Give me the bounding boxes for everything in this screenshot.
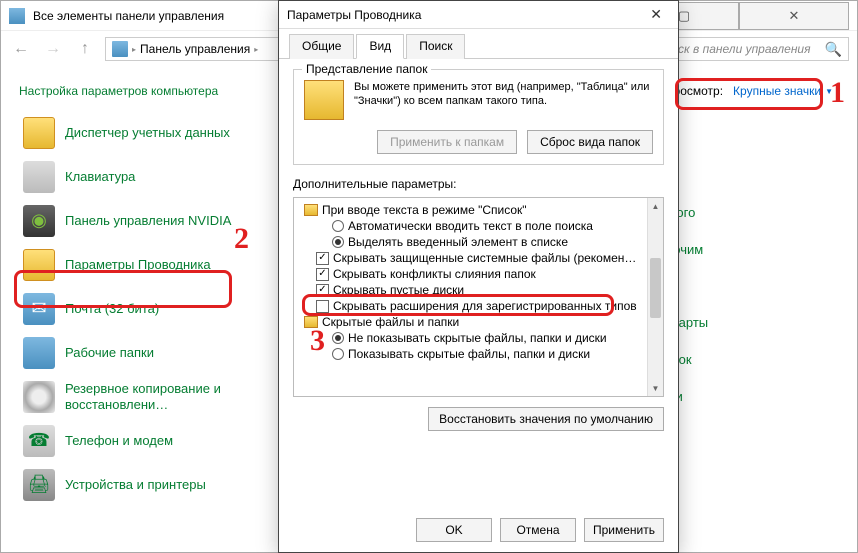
search-input[interactable]: Поиск в панели управления 🔍 <box>649 37 849 61</box>
vault-icon <box>23 117 55 149</box>
back-button[interactable]: ← <box>9 37 33 61</box>
cp-item-explorer-options[interactable]: Параметры Проводника <box>19 243 259 287</box>
work-folders-icon <box>23 337 55 369</box>
breadcrumb-icon <box>112 41 128 57</box>
page-title: Настройка параметров компьютера <box>19 84 218 98</box>
folder-icon <box>304 316 318 328</box>
cp-item-devices-printers[interactable]: 🖨Устройства и принтеры <box>19 463 259 507</box>
folder-options-dialog: Параметры Проводника ✕ Общие Вид Поиск П… <box>278 0 679 553</box>
close-button[interactable]: ✕ <box>739 2 849 30</box>
view-mode-combo[interactable]: Крупные значки ▼ <box>727 81 839 101</box>
cp-item-phone-modem[interactable]: ☎Телефон и модем <box>19 419 259 463</box>
dialog-title: Параметры Проводника <box>287 8 642 22</box>
nvidia-icon: ◉ <box>23 205 55 237</box>
scroll-thumb[interactable] <box>650 258 661 318</box>
folder-options-icon <box>23 249 55 281</box>
check-hide-merge[interactable] <box>316 268 329 281</box>
mail-icon: ✉ <box>23 293 55 325</box>
advanced-label: Дополнительные параметры: <box>293 177 664 191</box>
close-icon[interactable]: ✕ <box>642 6 670 23</box>
forward-button[interactable]: → <box>41 37 65 61</box>
radio-dont-show-hidden[interactable] <box>332 332 344 344</box>
apply-button[interactable]: Применить <box>584 518 664 542</box>
restore-defaults-button[interactable]: Восстановить значения по умолчанию <box>428 407 664 431</box>
backup-icon <box>23 381 55 413</box>
apply-to-folders-button: Применить к папкам <box>377 130 517 154</box>
tab-search[interactable]: Поиск <box>406 34 465 59</box>
phone-icon: ☎ <box>23 425 55 457</box>
ok-button[interactable]: OK <box>416 518 492 542</box>
control-panel-icon <box>9 8 25 24</box>
check-hide-extensions[interactable] <box>316 300 329 313</box>
advanced-settings-tree[interactable]: При вводе текста в режиме "Список" Автом… <box>293 197 664 397</box>
reset-folders-button[interactable]: Сброс вида папок <box>527 130 653 154</box>
radio-select-typed[interactable] <box>332 236 344 248</box>
up-button[interactable]: ↑ <box>73 37 97 61</box>
cp-item-keyboard[interactable]: Клавиатура <box>19 155 259 199</box>
cp-item-backup[interactable]: Резервное копирование и восстановлени… <box>19 375 259 419</box>
cp-item-work-folders[interactable]: Рабочие папки <box>19 331 259 375</box>
cp-item-mail[interactable]: ✉Почта (32 бита) <box>19 287 259 331</box>
check-hide-protected[interactable] <box>316 252 329 265</box>
devices-icon: 🖨 <box>23 469 55 501</box>
radio-show-hidden[interactable] <box>332 348 344 360</box>
chevron-down-icon: ▼ <box>825 87 833 96</box>
cp-item-credential-manager[interactable]: Диспетчер учетных данных <box>19 111 259 155</box>
tab-general[interactable]: Общие <box>289 34 354 59</box>
search-icon: 🔍 <box>825 41 842 58</box>
folder-description: Вы можете применить этот вид (например, … <box>354 80 653 120</box>
scroll-down-icon[interactable]: ▼ <box>648 380 663 396</box>
keyboard-icon <box>23 161 55 193</box>
cancel-button[interactable]: Отмена <box>500 518 576 542</box>
tab-view[interactable]: Вид <box>356 34 404 59</box>
folder-icon <box>304 80 344 120</box>
folder-icon <box>304 204 318 216</box>
scrollbar[interactable]: ▲ ▼ <box>647 198 663 396</box>
cp-item-nvidia[interactable]: ◉Панель управления NVIDIA <box>19 199 259 243</box>
group-title: Представление папок <box>302 62 431 76</box>
radio-auto-search[interactable] <box>332 220 344 232</box>
scroll-up-icon[interactable]: ▲ <box>648 198 663 214</box>
breadcrumb-text: Панель управления <box>140 42 250 56</box>
check-hide-empty-drives[interactable] <box>316 284 329 297</box>
